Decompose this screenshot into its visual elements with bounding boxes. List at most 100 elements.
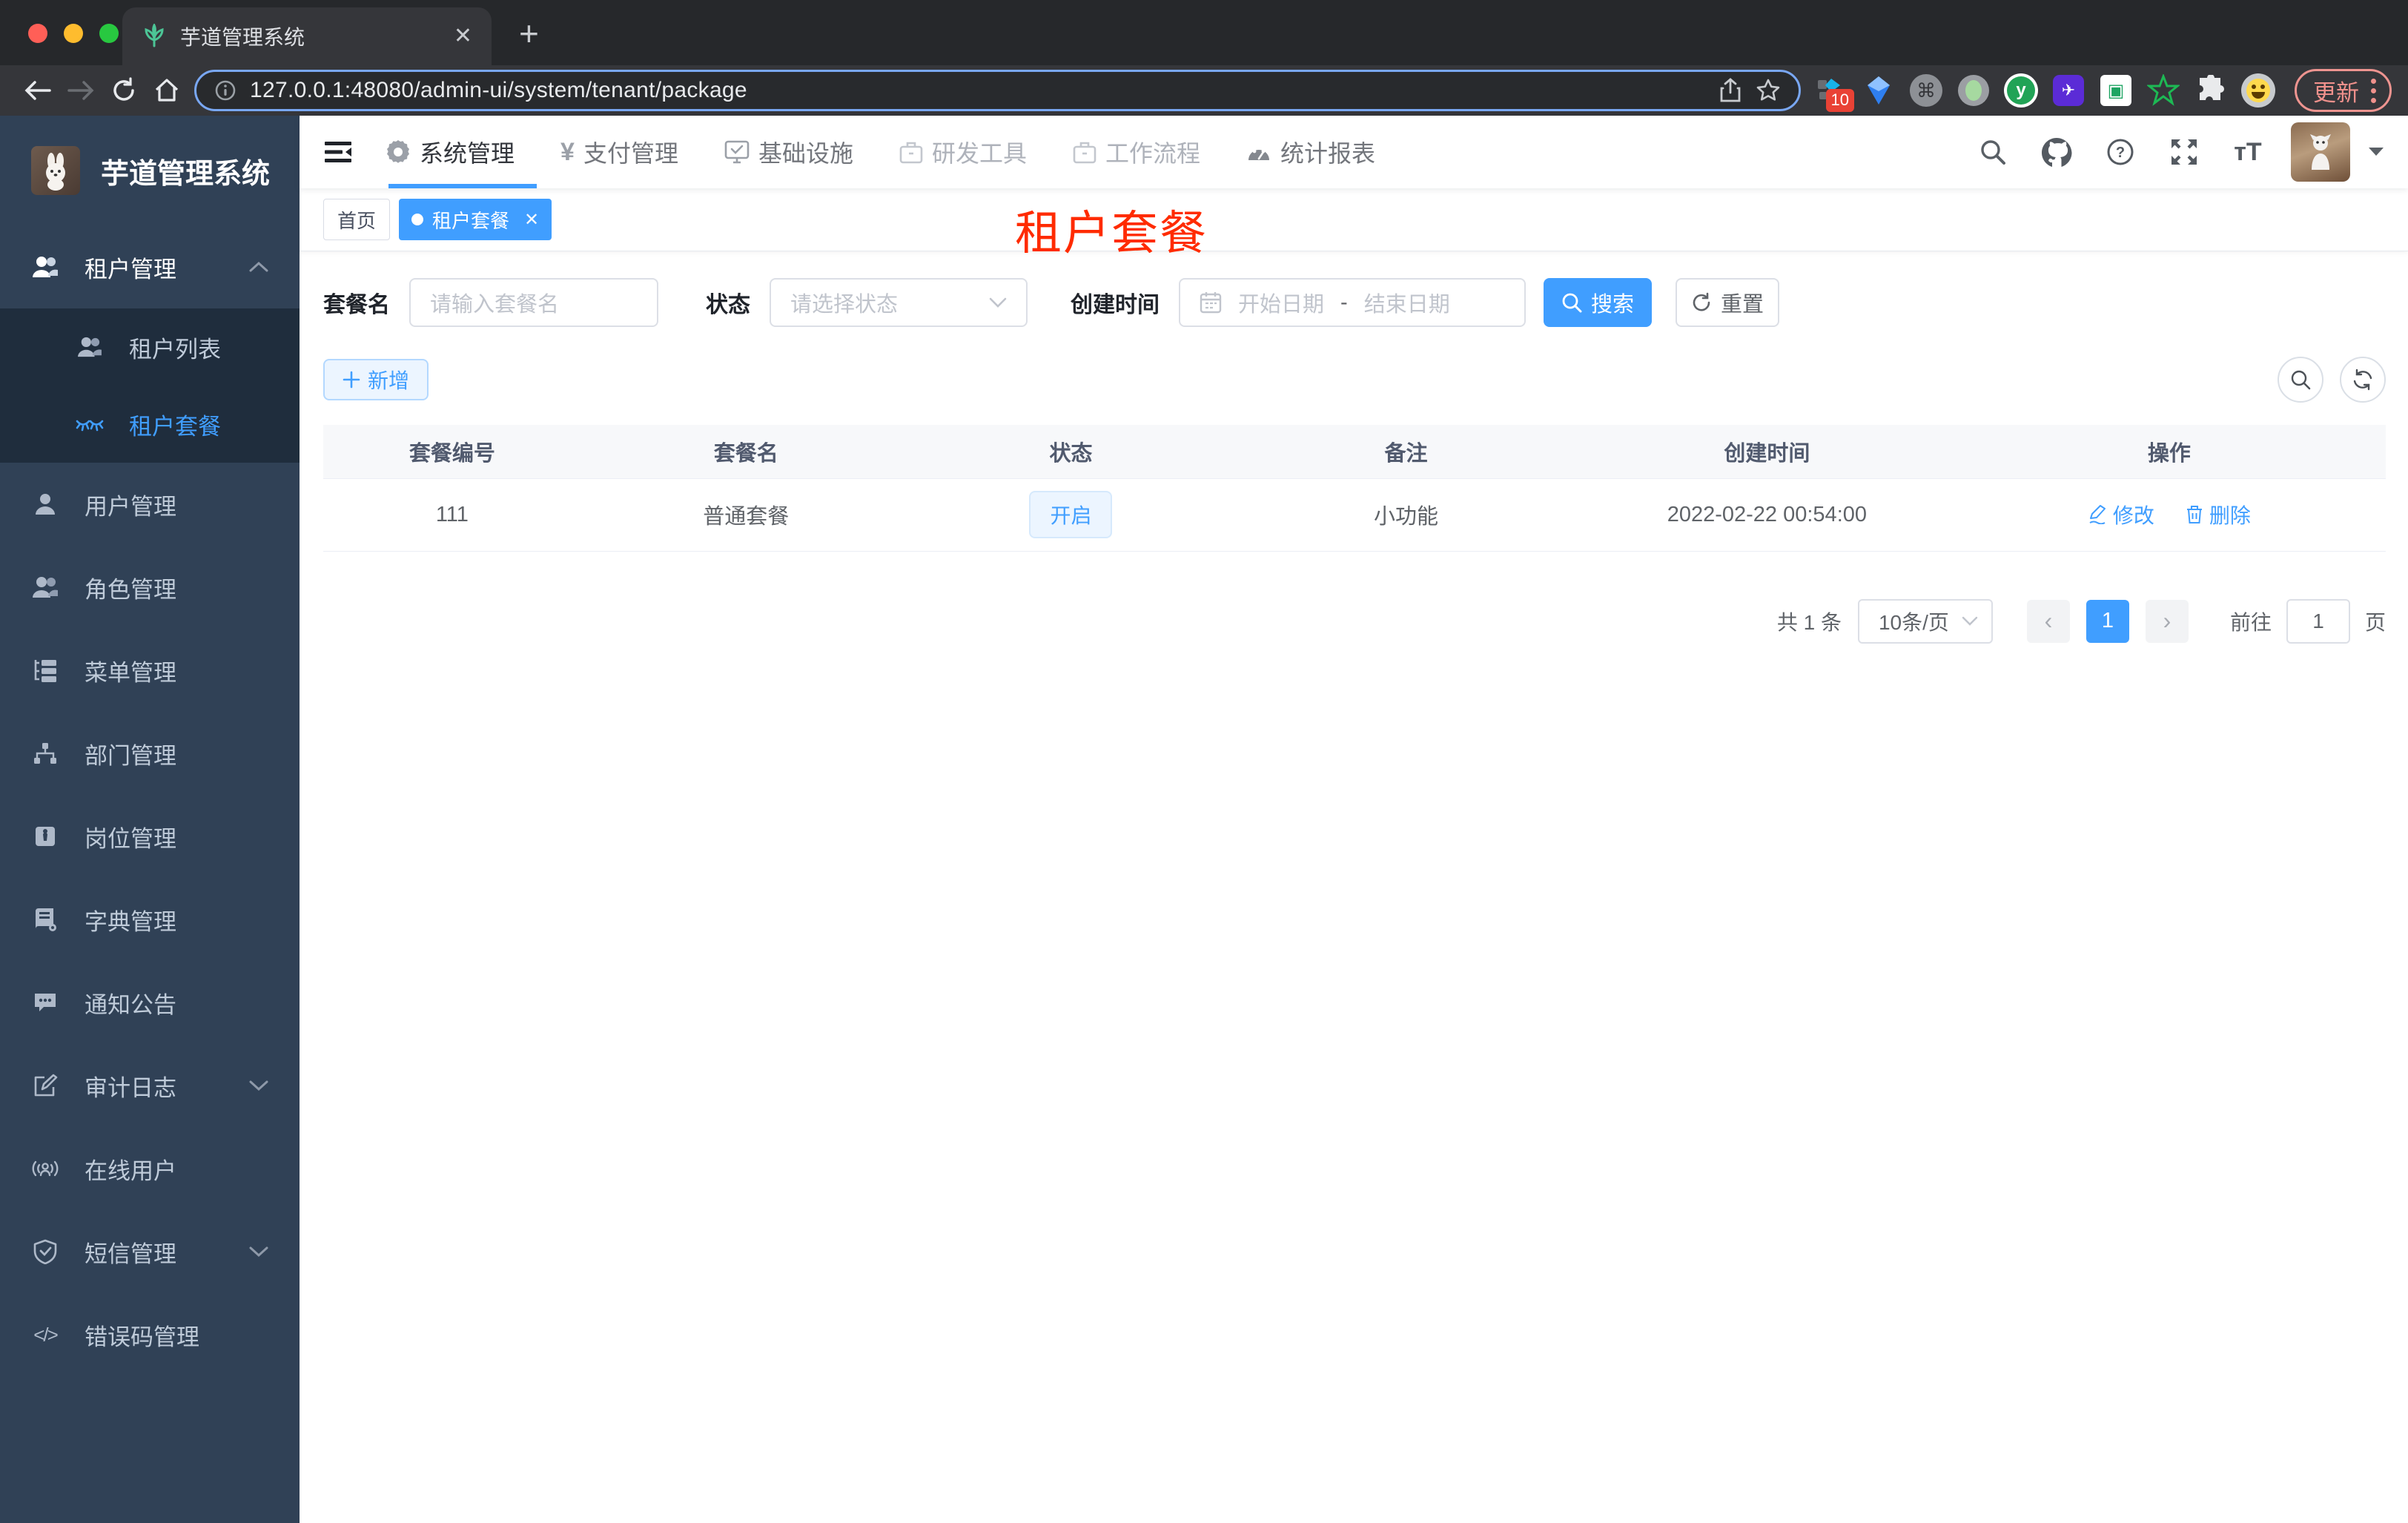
sidebar-item-user-management[interactable]: 用户管理: [0, 463, 300, 546]
new-tab-button[interactable]: +: [519, 13, 539, 53]
prev-page-button[interactable]: ‹: [2026, 599, 2070, 643]
bookmark-star-icon[interactable]: [1756, 78, 1781, 103]
sidebar-item-tenant-list[interactable]: 租户列表: [0, 308, 300, 386]
search-button[interactable]: 搜索: [1544, 278, 1652, 327]
sidebar-item-label: 审计日志: [85, 1074, 176, 1101]
extension-puzzle-icon[interactable]: [2192, 72, 2229, 109]
sidebar-item-online-users[interactable]: 在线用户: [0, 1127, 300, 1210]
fullscreen-icon[interactable]: [2163, 131, 2205, 173]
back-button[interactable]: [16, 70, 59, 110]
code-icon: </>: [33, 1323, 59, 1346]
active-nav-underline: [388, 184, 537, 188]
page-size-select[interactable]: 10条/页: [1857, 598, 1993, 644]
browser-update-button[interactable]: 更新: [2295, 69, 2392, 112]
sidebar-item-dict-management[interactable]: 字典管理: [0, 878, 300, 961]
extension-chat-icon[interactable]: ▣: [2097, 72, 2134, 109]
sidebar-item-role-management[interactable]: 角色管理: [0, 546, 300, 629]
status-select[interactable]: 请选择状态: [770, 278, 1028, 327]
share-icon[interactable]: [1719, 78, 1742, 103]
caret-down-icon[interactable]: [2368, 147, 2384, 157]
reset-button[interactable]: 重置: [1676, 278, 1779, 327]
nav-item-devtools[interactable]: 研发工具: [899, 135, 1027, 169]
home-button[interactable]: [145, 70, 188, 110]
start-date-placeholder[interactable]: 开始日期: [1238, 287, 1324, 318]
extension-grey-dot-icon[interactable]: [1955, 72, 1992, 109]
sidebar-logo[interactable]: 芋道管理系统: [0, 116, 300, 225]
extension-gem-icon[interactable]: [1860, 72, 1897, 109]
sidebar-item-menu-management[interactable]: 菜单管理: [0, 629, 300, 712]
sidebar-item-dept-management[interactable]: 部门管理: [0, 712, 300, 795]
font-size-icon[interactable]: тT: [2227, 131, 2269, 173]
extension-y-icon[interactable]: y: [2002, 72, 2040, 109]
app-header: 系统管理 ¥ 支付管理 基础设施 研发工具 工作流程 统计报表 ? тT: [300, 116, 2408, 188]
sidebar-item-notice[interactable]: 通知公告: [0, 961, 300, 1044]
tag-tenant-package[interactable]: 租户套餐 ✕: [399, 199, 552, 240]
window-zoom-button[interactable]: [99, 24, 119, 43]
trash-icon: [2186, 505, 2202, 523]
tag-home[interactable]: 首页: [323, 199, 391, 240]
reload-button[interactable]: [102, 70, 145, 110]
browser-tab[interactable]: 芋道管理系统 ✕: [122, 7, 492, 65]
extension-badge: 10: [1825, 89, 1854, 112]
address-bar[interactable]: 127.0.0.1:48080/admin-ui/system/tenant/p…: [194, 70, 1801, 111]
url-text[interactable]: 127.0.0.1:48080/admin-ui/system/tenant/p…: [250, 78, 1705, 103]
delete-link[interactable]: 删除: [2186, 500, 2251, 529]
search-icon[interactable]: [1972, 131, 2014, 173]
range-separator: -: [1340, 290, 1348, 314]
sidebar-item-audit-log[interactable]: 审计日志: [0, 1044, 300, 1127]
sidebar-item-label: 岗位管理: [85, 825, 176, 852]
sidebar-item-tenant-group[interactable]: 租户管理: [0, 225, 300, 308]
date-range-picker[interactable]: 开始日期 - 结束日期: [1179, 278, 1526, 327]
nav-item-workflow[interactable]: 工作流程: [1073, 135, 1200, 169]
extension-tango-icon[interactable]: 10: [1813, 72, 1854, 112]
user-avatar[interactable]: [2291, 122, 2350, 182]
nav-item-infra[interactable]: 基础设施: [724, 135, 853, 169]
sidebar: 芋道管理系统 租户管理 租户列表 租户套餐 用户管理 角色管理 菜单管理 部门管…: [0, 116, 300, 1523]
filter-name-label: 套餐名: [323, 293, 390, 317]
package-name-input[interactable]: 请输入套餐名: [409, 278, 658, 327]
browser-menu-icon[interactable]: [2371, 78, 2376, 103]
sidebar-item-label: 角色管理: [85, 576, 176, 603]
sidebar-item-errcode-management[interactable]: </> 错误码管理: [0, 1293, 300, 1376]
edit-link[interactable]: 修改: [2088, 500, 2154, 529]
tab-close-icon[interactable]: ✕: [454, 25, 472, 47]
site-info-icon[interactable]: [214, 79, 236, 102]
extension-star-icon[interactable]: [2145, 72, 2182, 109]
end-date-placeholder[interactable]: 结束日期: [1364, 287, 1450, 318]
nav-item-reports[interactable]: 统计报表: [1246, 135, 1375, 169]
extension-command-icon[interactable]: ⌘: [1908, 72, 1945, 109]
table-row: 111 普通套餐 开启 小功能 2022-02-22 00:54:00 修改 删…: [323, 478, 2386, 552]
extension-shield-icon[interactable]: ✈: [2050, 72, 2087, 109]
users-icon: [76, 336, 104, 358]
calendar-icon: [1200, 292, 1222, 314]
page-number-1[interactable]: 1: [2086, 599, 2129, 643]
screen: 芋道管理系统 ✕ + 127.0.0.1:48080/admin-ui/syst…: [0, 0, 2408, 1523]
help-icon[interactable]: ?: [2100, 131, 2141, 173]
add-button[interactable]: 新增: [323, 359, 429, 400]
tab-title: 芋道管理系统: [180, 26, 305, 49]
extension-emoji-icon[interactable]: [2240, 72, 2277, 109]
favicon-plant-icon: [145, 24, 164, 47]
nav-item-system[interactable]: 系统管理: [386, 135, 515, 169]
tag-close-icon[interactable]: ✕: [524, 209, 539, 231]
next-page-button[interactable]: ›: [2145, 599, 2189, 643]
status-badge: 开启: [1029, 491, 1113, 538]
lashes-icon: [76, 415, 104, 433]
nav-item-payment[interactable]: ¥ 支付管理: [560, 135, 678, 169]
sidebar-item-sms-management[interactable]: 短信管理: [0, 1210, 300, 1293]
window-close-button[interactable]: [28, 24, 47, 43]
window-minimize-button[interactable]: [64, 24, 83, 43]
sidebar-item-label: 用户管理: [85, 493, 176, 520]
refresh-table-button[interactable]: [2340, 357, 2386, 403]
show-search-toggle-button[interactable]: [2278, 357, 2323, 403]
forward-button[interactable]: [59, 70, 102, 110]
github-icon[interactable]: [2036, 131, 2077, 173]
window-controls: [28, 24, 119, 43]
sidebar-item-tenant-package[interactable]: 租户套餐: [0, 386, 300, 463]
nav-label: 工作流程: [1105, 140, 1200, 167]
filter-form: 套餐名 请输入套餐名 状态 请选择状态 创建时间 开始日期 - 结束日期 搜索 …: [323, 278, 2386, 327]
sidebar-collapse-icon[interactable]: [323, 140, 353, 164]
browser-tab-strip: 芋道管理系统 ✕ +: [0, 0, 2408, 65]
sidebar-item-post-management[interactable]: 岗位管理: [0, 795, 300, 878]
goto-page-input[interactable]: 1: [2286, 598, 2350, 644]
